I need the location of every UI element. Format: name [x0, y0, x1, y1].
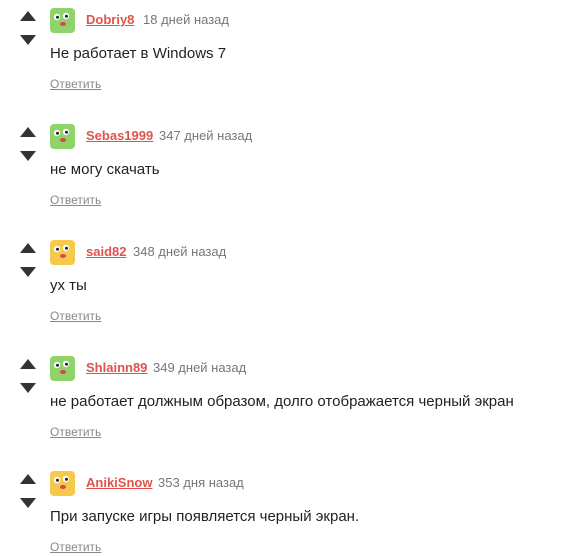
comment-item: Dobriy8 18 дней назад Не работает в Wind…	[0, 0, 577, 92]
comment-text: Не работает в Windows 7	[50, 45, 227, 62]
comment-timestamp: 353 дня назад	[158, 475, 244, 490]
reply-link[interactable]: Ответить	[50, 193, 101, 207]
comment-item: said82 348 дней назад ух ты Ответить	[0, 232, 577, 324]
comment-text: не могу скачать	[50, 161, 160, 178]
downvote-arrow-icon[interactable]	[20, 267, 36, 277]
vote-control	[17, 241, 38, 283]
comment-text: не работает должным образом, долго отобр…	[50, 393, 514, 410]
downvote-arrow-icon[interactable]	[20, 35, 36, 45]
upvote-arrow-icon[interactable]	[20, 11, 36, 21]
comment-username[interactable]: said82	[86, 244, 126, 259]
comment-username[interactable]: Shlainn89	[86, 360, 147, 375]
comment-username[interactable]: Dobriy8	[86, 12, 134, 27]
comment-item: AnikiSnow 353 дня назад При запуске игры…	[0, 463, 577, 555]
reply-link[interactable]: Ответить	[50, 77, 101, 91]
comment-text: ух ты	[50, 277, 87, 294]
comment-username[interactable]: Sebas1999	[86, 128, 153, 143]
comment-item: Sebas1999 347 дней назад не могу скачать…	[0, 116, 577, 208]
comment-timestamp: 347 дней назад	[159, 128, 253, 143]
green-smiley-avatar-icon[interactable]	[50, 124, 75, 149]
comment-timestamp: 18 дней назад	[143, 12, 229, 27]
comment-text: При запуске игры появляется черный экран…	[50, 508, 360, 525]
downvote-arrow-icon[interactable]	[20, 383, 36, 393]
reply-link[interactable]: Ответить	[50, 425, 101, 439]
vote-control	[17, 472, 38, 514]
reply-link[interactable]: Ответить	[50, 309, 101, 323]
vote-control	[17, 357, 38, 399]
upvote-arrow-icon[interactable]	[20, 243, 36, 253]
green-smiley-avatar-icon[interactable]	[50, 8, 75, 33]
downvote-arrow-icon[interactable]	[20, 498, 36, 508]
comment-item: Shlainn89 349 дней назад не работает дол…	[0, 348, 577, 440]
green-smiley-avatar-icon[interactable]	[50, 356, 75, 381]
comment-timestamp: 349 дней назад	[153, 360, 247, 375]
reply-link[interactable]: Ответить	[50, 540, 101, 554]
comment-timestamp: 348 дней назад	[133, 244, 227, 259]
upvote-arrow-icon[interactable]	[20, 359, 36, 369]
vote-control	[17, 125, 38, 167]
vote-control	[17, 9, 38, 51]
comment-username[interactable]: AnikiSnow	[86, 475, 152, 490]
yellow-smiley-avatar-icon[interactable]	[50, 240, 75, 265]
upvote-arrow-icon[interactable]	[20, 127, 36, 137]
yellow-smiley-avatar-icon[interactable]	[50, 471, 75, 496]
upvote-arrow-icon[interactable]	[20, 474, 36, 484]
downvote-arrow-icon[interactable]	[20, 151, 36, 161]
